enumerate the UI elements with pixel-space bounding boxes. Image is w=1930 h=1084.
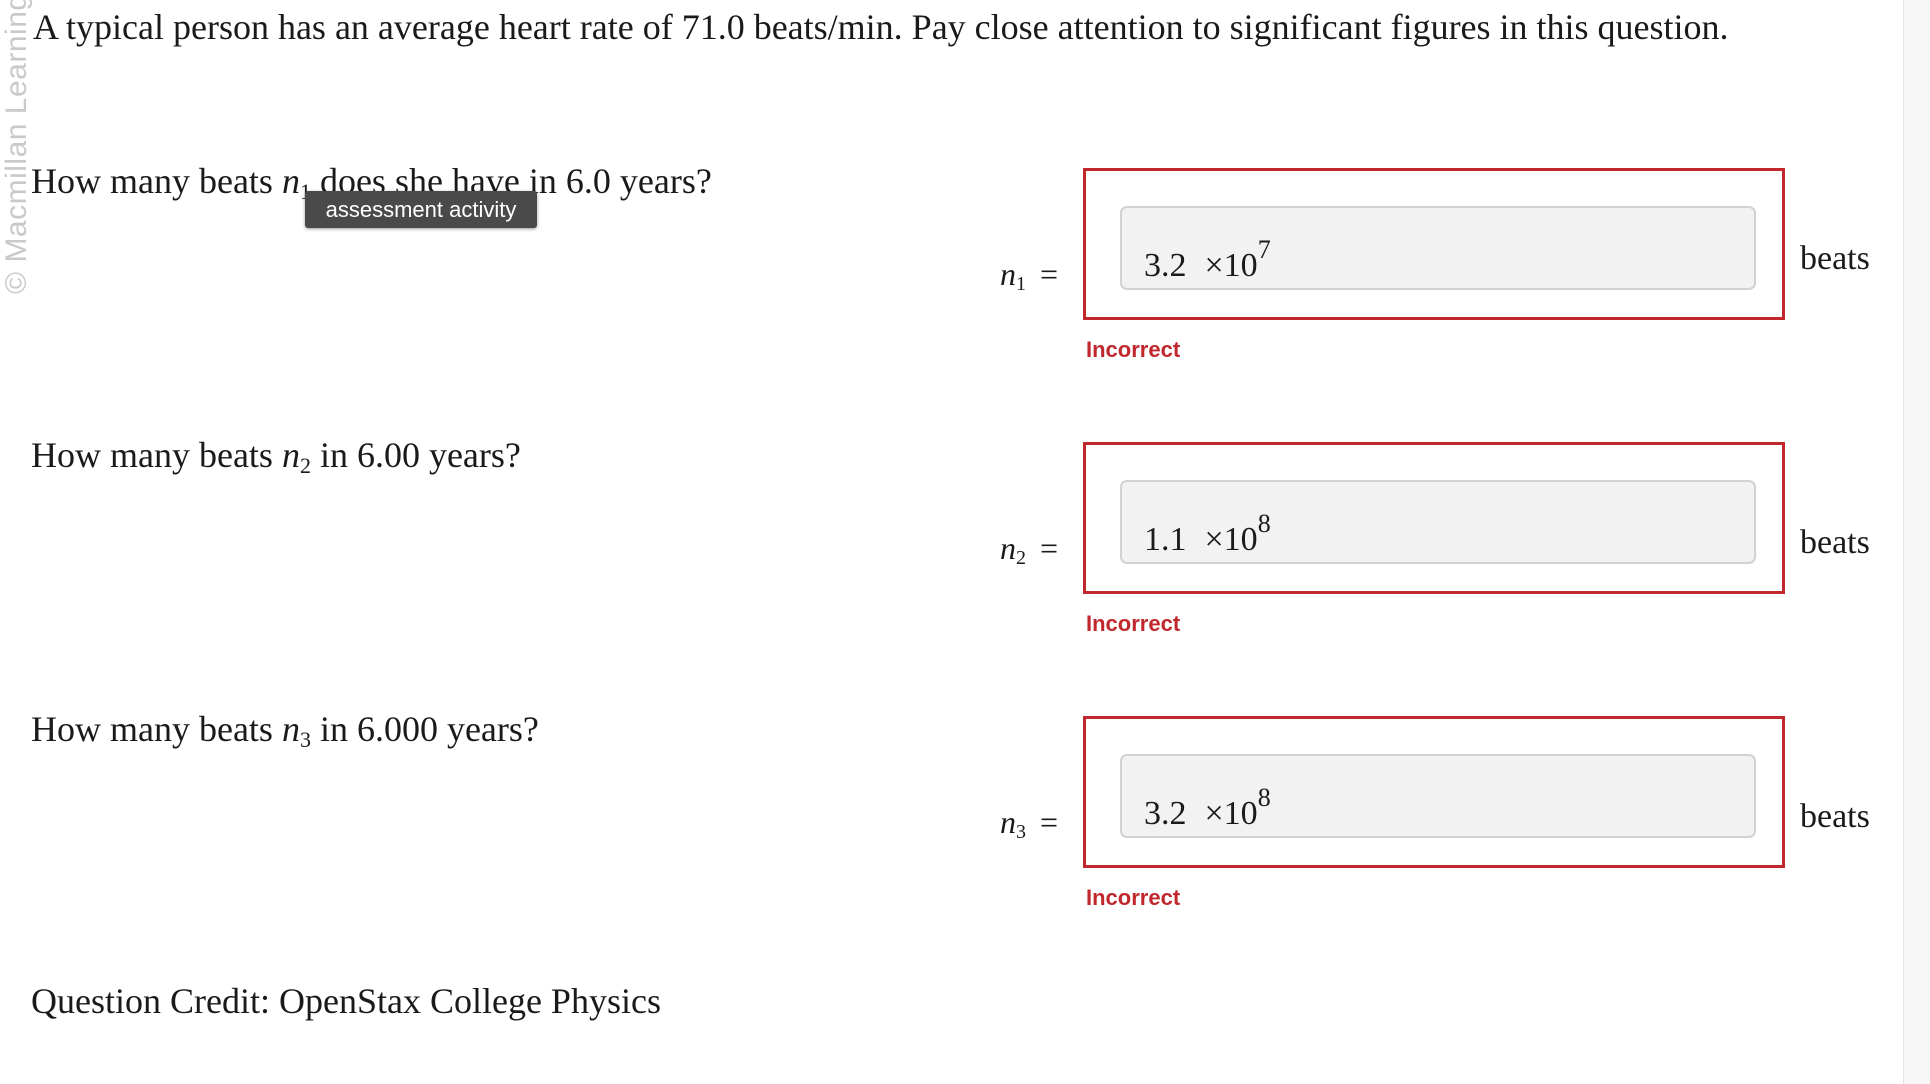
question-3-sub: 3 <box>299 727 311 752</box>
question-1-var: n <box>281 161 300 201</box>
answer-2-exponent: 8 <box>1257 509 1271 538</box>
answer-2-equals: = <box>1040 530 1059 566</box>
answer-3-sub: 3 <box>1016 821 1026 843</box>
question-2-pre: How many beats <box>31 435 282 475</box>
copyright-watermark: © Macmillan Learning <box>0 0 34 300</box>
answer-2-sub: 2 <box>1016 547 1026 569</box>
answer-2-mantissa: 1.1 <box>1144 521 1187 558</box>
question-1-pre: How many beats <box>31 161 282 201</box>
answer-2-box: 1.1 ×108 <box>1083 442 1785 594</box>
answer-2-var: n <box>1000 530 1016 566</box>
answer-3-exponent: 8 <box>1257 783 1271 812</box>
answer-2-unit: beats <box>1800 524 1870 561</box>
answer-2-input[interactable]: 1.1 ×108 <box>1120 480 1756 564</box>
answer-2-status: Incorrect <box>1086 611 1181 636</box>
answer-1-sub: 1 <box>1016 273 1026 295</box>
answer-1-unit: beats <box>1800 240 1870 277</box>
question-3-pre: How many beats <box>31 709 282 749</box>
answer-1-equals: = <box>1040 256 1059 292</box>
answer-3-mantissa: 3.2 <box>1144 795 1187 832</box>
answer-1-input[interactable]: 3.2 ×107 <box>1120 206 1756 290</box>
question-intro: A typical person has an average heart ra… <box>33 7 1729 47</box>
question-2-sub: 2 <box>299 453 311 478</box>
answer-1-label: n1 = <box>1000 256 1058 296</box>
question-credit: Question Credit: OpenStax College Physic… <box>31 981 661 1021</box>
answer-1-box: 3.2 ×107 <box>1083 168 1785 320</box>
answer-2-times: ×10 <box>1204 521 1258 558</box>
answer-3-input[interactable]: 3.2 ×108 <box>1120 754 1756 838</box>
question-2-var: n <box>281 435 300 475</box>
question-3-var: n <box>281 709 300 749</box>
answer-2-label: n2 = <box>1000 530 1058 570</box>
assessment-activity-tooltip: assessment activity <box>305 191 537 228</box>
answer-3-unit: beats <box>1800 798 1870 835</box>
answer-1-times: ×10 <box>1204 247 1258 284</box>
watermark-text: © Macmillan Learning <box>0 0 33 294</box>
answer-1-status: Incorrect <box>1086 337 1181 362</box>
answer-3-times: ×10 <box>1204 795 1258 832</box>
answer-3-box: 3.2 ×108 <box>1083 716 1785 868</box>
answer-3-status: Incorrect <box>1086 885 1181 910</box>
answer-1-mantissa: 3.2 <box>1144 247 1187 284</box>
question-3-post: in 6.000 years? <box>310 709 539 749</box>
question-3-text: How many beats n3 in 6.000 years? <box>31 708 539 753</box>
answer-3-label: n3 = <box>1000 804 1058 844</box>
answer-3-var: n <box>1000 804 1016 840</box>
answer-1-var: n <box>1000 256 1016 292</box>
question-2-text: How many beats n2 in 6.00 years? <box>31 434 521 479</box>
question-2-post: in 6.00 years? <box>310 435 521 475</box>
answer-3-equals: = <box>1040 804 1059 840</box>
scrollbar-track[interactable] <box>1903 0 1930 1084</box>
answer-1-exponent: 7 <box>1257 235 1271 264</box>
